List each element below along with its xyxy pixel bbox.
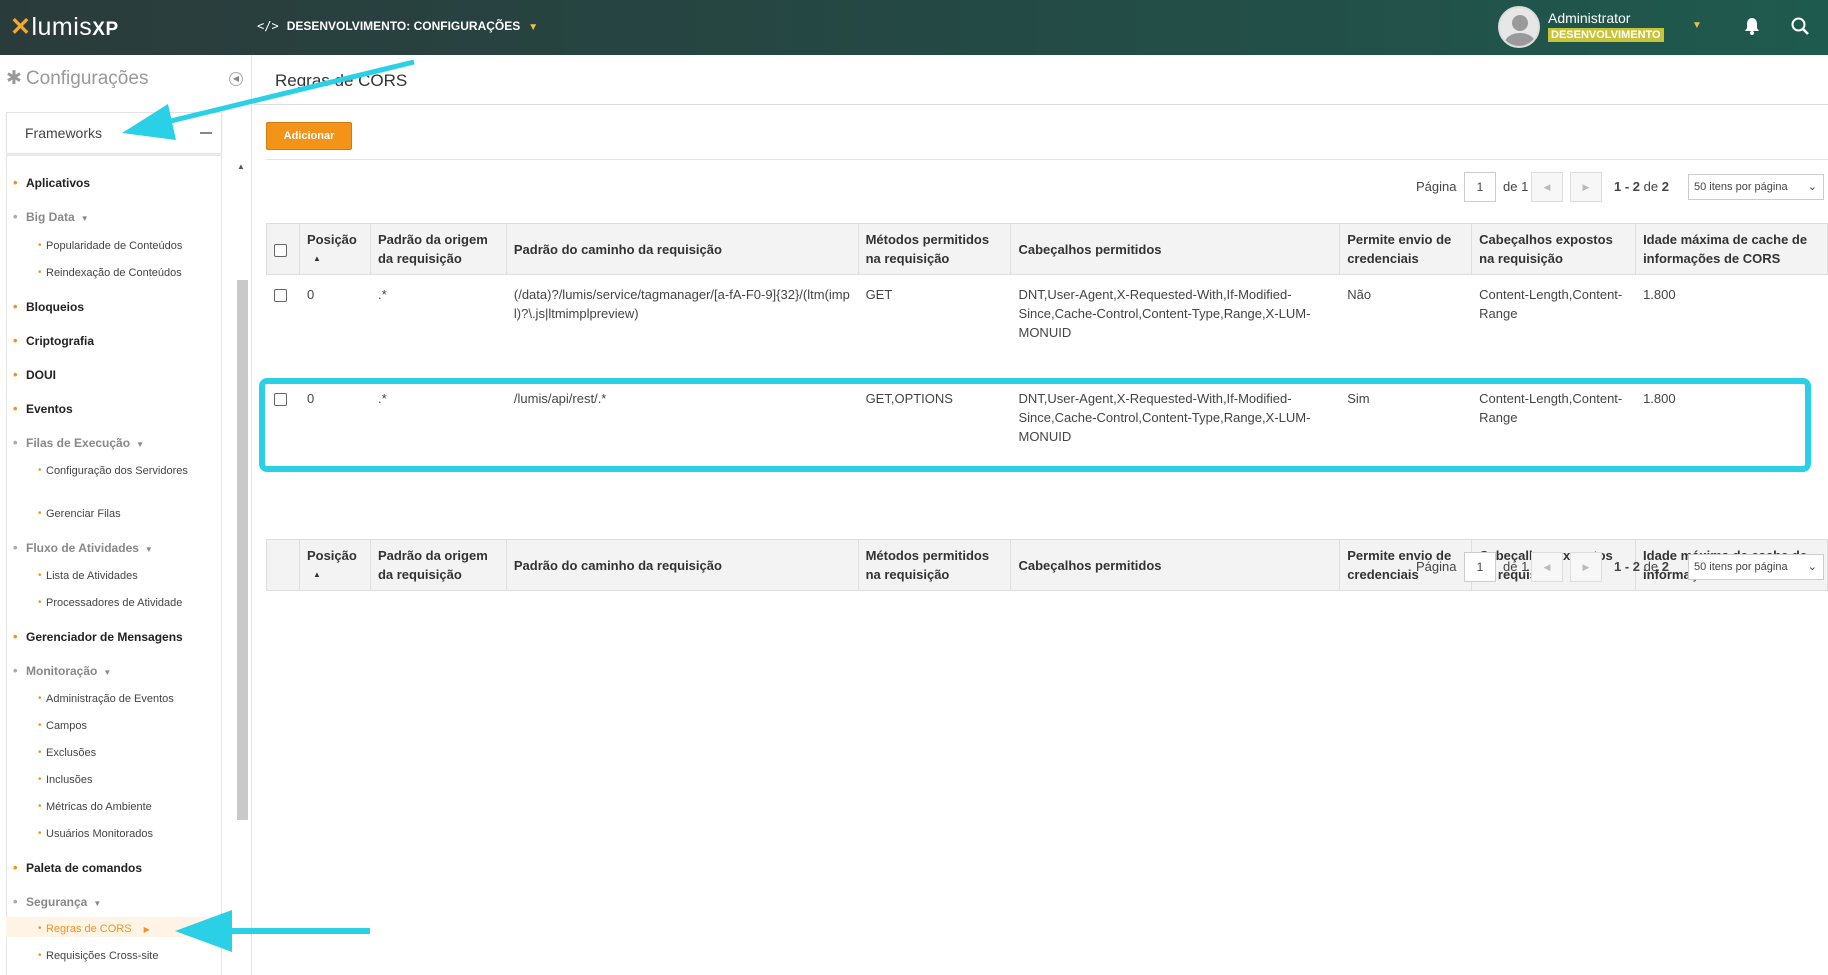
annotation-arrows	[122, 59, 415, 952]
arrow-to-regras-cors	[175, 910, 370, 952]
arrow-to-frameworks	[122, 59, 415, 140]
